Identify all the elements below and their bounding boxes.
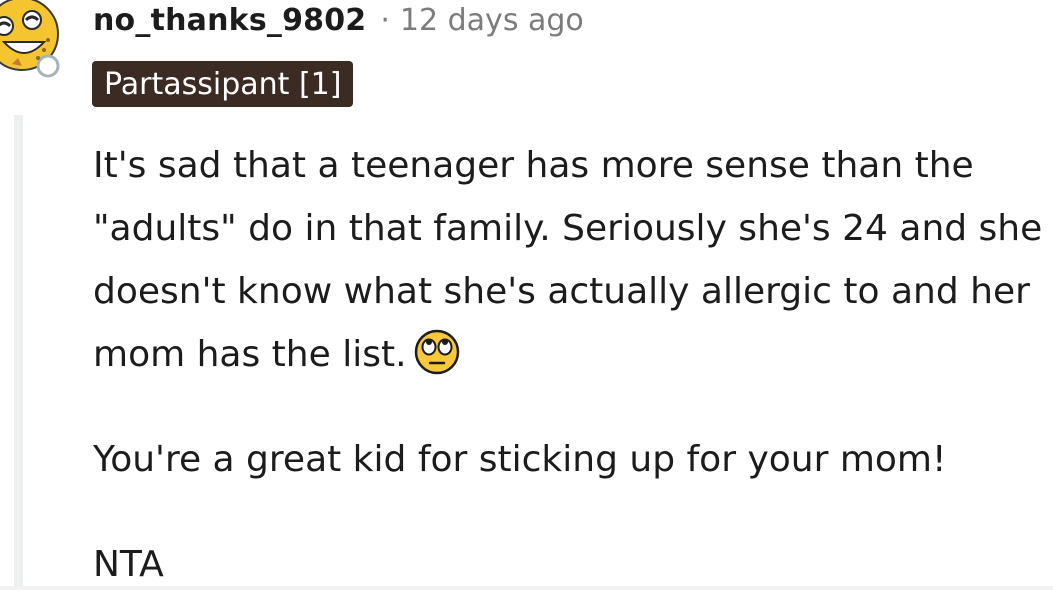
comment-paragraph: It's sad that a teenager has more sense … bbox=[93, 134, 1048, 386]
meta-separator: · bbox=[380, 2, 390, 38]
comment-timestamp[interactable]: 12 days ago bbox=[400, 3, 584, 38]
comment: no_thanks_9802 · 12 days ago Partassipan… bbox=[0, 0, 1053, 590]
comment-paragraph-text: It's sad that a teenager has more sense … bbox=[93, 145, 1043, 375]
comment-header: no_thanks_9802 · 12 days ago bbox=[93, 0, 584, 42]
divider bbox=[0, 586, 1053, 590]
eye-roll-emoji-icon bbox=[413, 328, 461, 376]
user-avatar-icon[interactable] bbox=[0, 0, 62, 86]
user-flair-badge: Partassipant [1] bbox=[92, 61, 354, 107]
username-link[interactable]: no_thanks_9802 bbox=[93, 3, 366, 38]
thread-collapse-line[interactable] bbox=[14, 115, 23, 590]
comment-paragraph: You're a great kid for sticking up for y… bbox=[93, 439, 947, 480]
comment-body: It's sad that a teenager has more sense … bbox=[93, 134, 1048, 596]
